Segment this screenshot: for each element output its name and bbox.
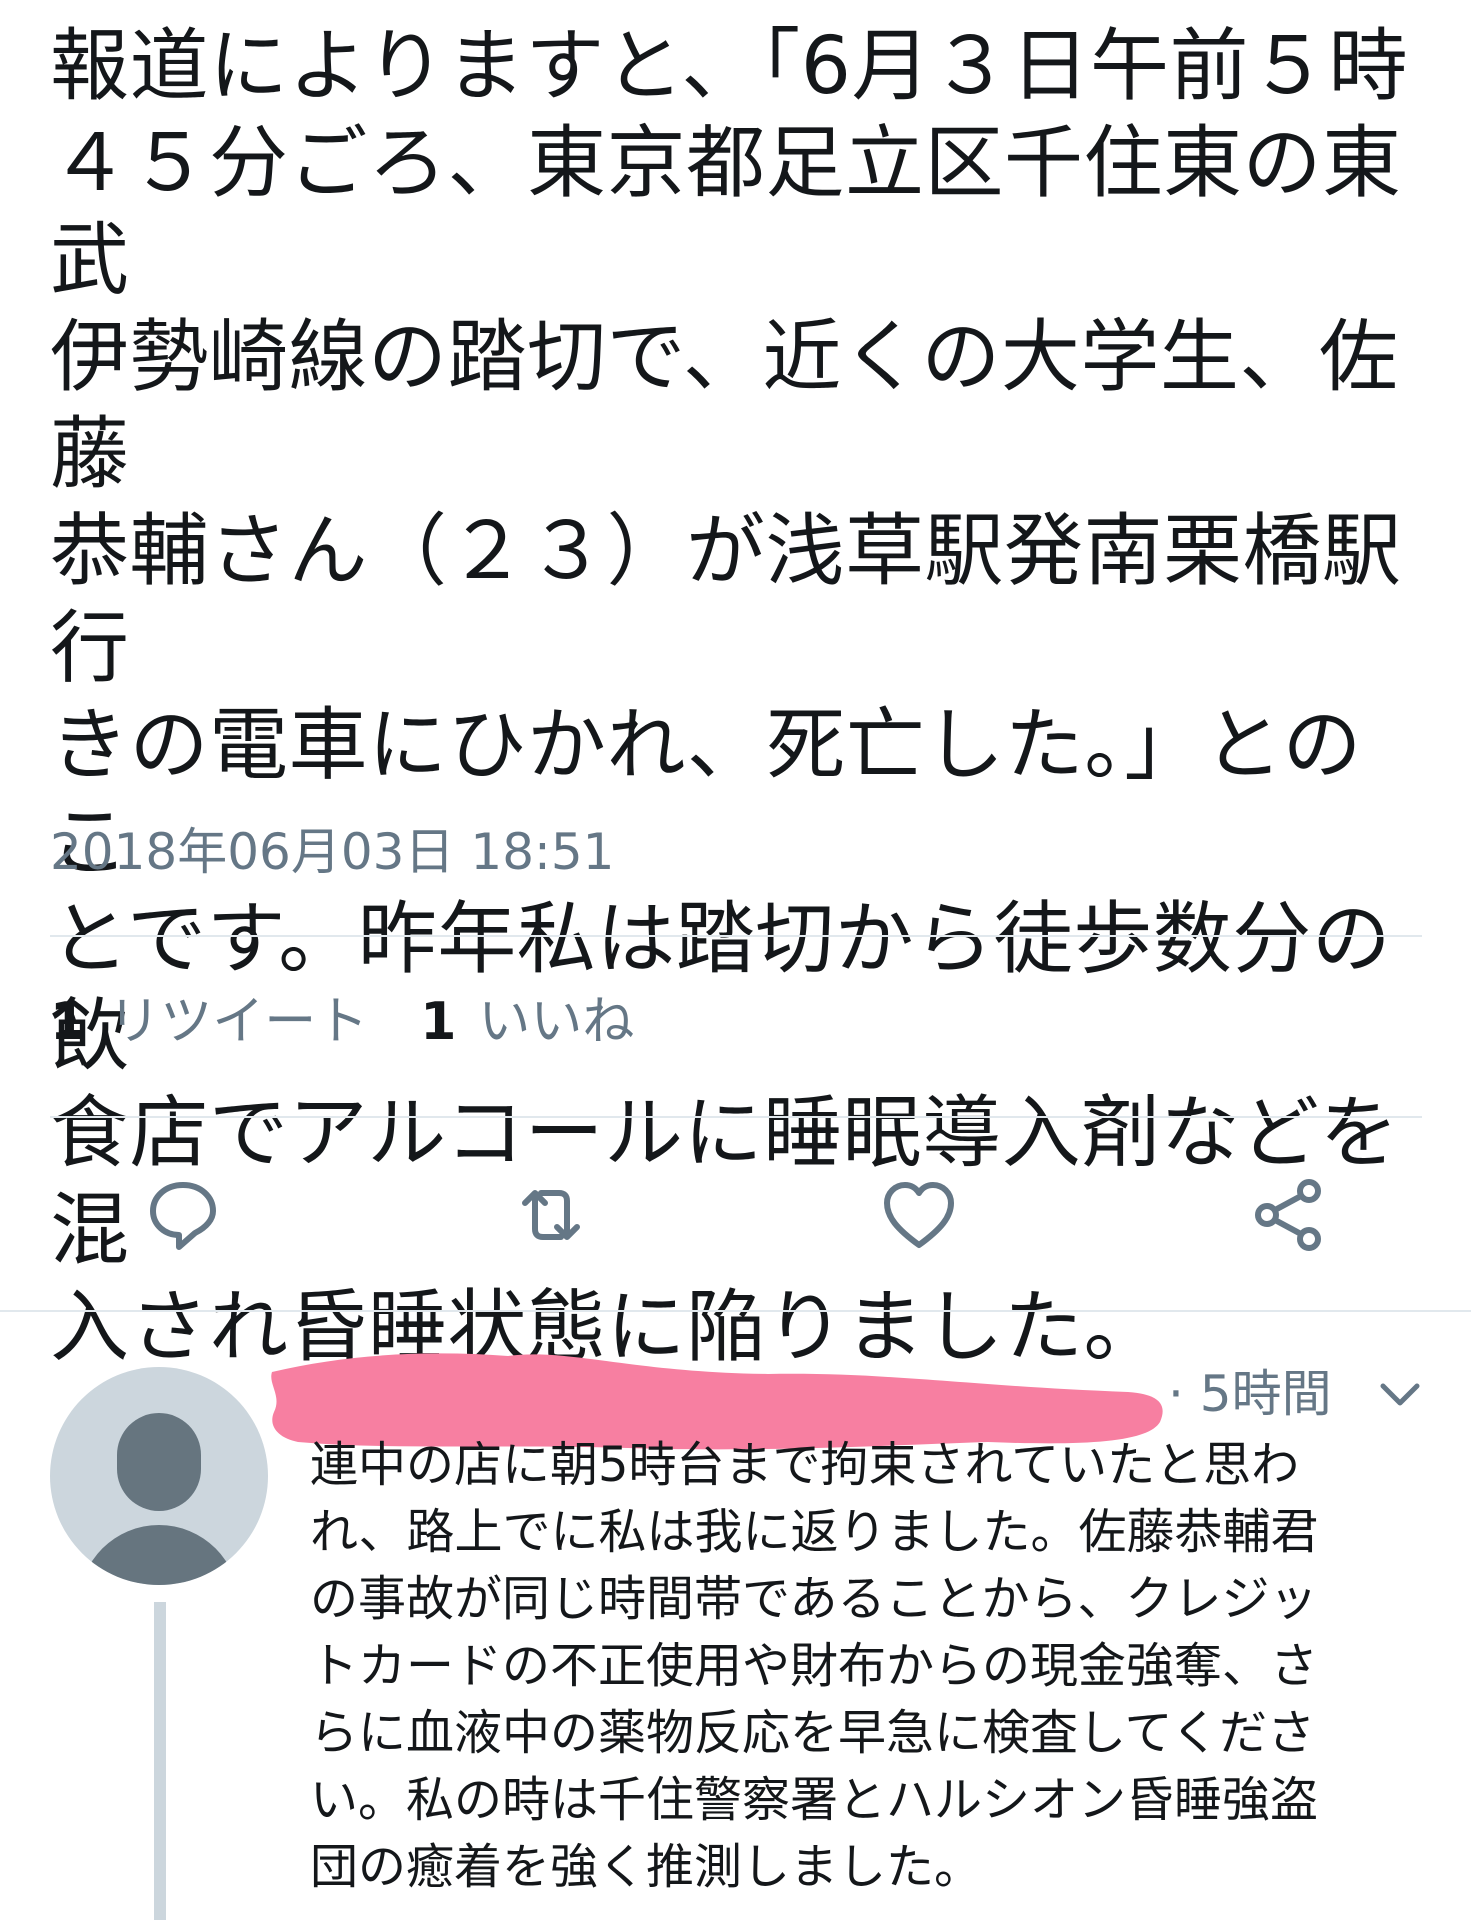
like-button[interactable]: [874, 1170, 964, 1260]
divider: [50, 935, 1422, 937]
retweet-icon: [522, 1190, 580, 1240]
tweet-timestamp: 2018年06月03日 18:51: [50, 823, 615, 881]
tweet-actions: [0, 1170, 1471, 1260]
chevron-down-icon[interactable]: [1375, 1370, 1425, 1420]
avatar-head: [117, 1413, 201, 1511]
tweet-stats: 1 リツイート 1 いいね: [50, 990, 686, 1054]
like-label: いいね: [478, 992, 635, 1052]
avatar-shoulders: [79, 1525, 239, 1585]
like-count: 1: [420, 992, 457, 1052]
like-stat[interactable]: 1 いいね: [420, 990, 634, 1054]
retweet-label: リツイート: [108, 992, 369, 1052]
share-button[interactable]: [1244, 1170, 1334, 1260]
divider: [0, 1310, 1471, 1312]
reply-text: 連中の店に朝5時台まで拘束されていたと思わ れ、路上でに私は我に返りました。佐藤…: [310, 1437, 1319, 1895]
divider: [50, 1116, 1422, 1118]
reply-timestamp: · 5時間: [1168, 1365, 1332, 1423]
thread-connector-line: [154, 1602, 166, 1920]
retweet-count: 1: [50, 992, 87, 1052]
retweet-button[interactable]: [506, 1170, 596, 1260]
retweet-stat[interactable]: 1 リツイート: [50, 990, 368, 1054]
share-icon: [1255, 1179, 1321, 1251]
heart-icon: [884, 1182, 954, 1248]
reply-button[interactable]: [138, 1170, 228, 1260]
avatar[interactable]: [50, 1367, 268, 1585]
reply-tweet[interactable]: · 5時間 連中の店に朝5時台まで拘束されていたと思わ れ、路上でに私は我に返り…: [0, 1310, 1471, 1920]
reply-icon: [150, 1182, 216, 1250]
